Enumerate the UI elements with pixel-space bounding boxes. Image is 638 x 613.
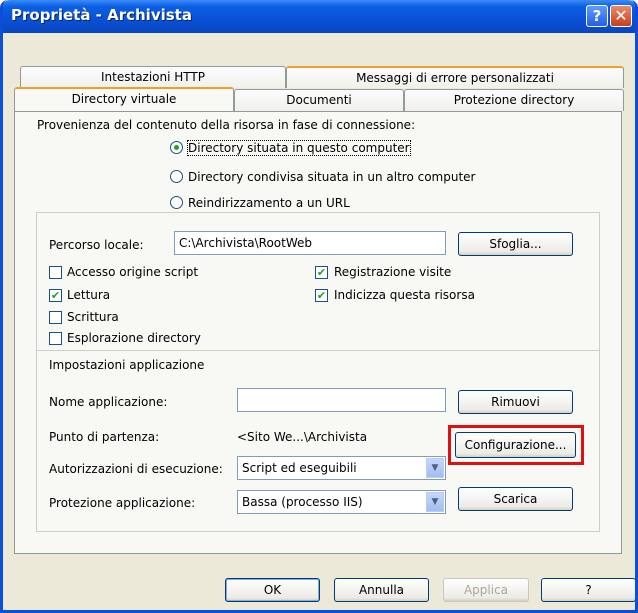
start-point-label: Punto di partenza: [49,430,160,444]
read-label[interactable]: Lettura [67,288,110,302]
tab-http-headers[interactable]: Intestazioni HTTP [20,66,286,88]
title-bar[interactable]: Proprietà - Archivista ? ✕ [3,0,635,33]
radio-redirect-url[interactable] [170,196,183,209]
exec-permissions-label: Autorizzazioni di esecuzione: [49,462,223,476]
chevron-down-icon[interactable]: ▼ [426,458,444,478]
help-button[interactable]: ? [541,578,635,602]
tab-documents[interactable]: Documenti [234,89,404,111]
app-protection-label: Protezione applicazione: [49,496,196,510]
highlight-box [448,425,584,465]
tab-custom-errors[interactable]: Messaggi di errore personalizzati [286,66,624,88]
divider [37,350,599,351]
log-visits-label[interactable]: Registrazione visite [334,265,451,279]
browse-button[interactable]: Sfoglia... [458,232,573,256]
exec-permissions-select[interactable]: Script ed eseguibili ▼ [237,456,446,480]
radio-local-directory[interactable] [170,141,183,154]
radio-redirect-url-label[interactable]: Reindirizzamento a un URL [188,196,350,210]
checkbox-log-visits[interactable]: ✔ [315,266,328,279]
unload-button[interactable]: Scarica [458,487,573,511]
apply-button[interactable]: Applica [443,578,529,602]
checkbox-directory-browsing[interactable] [49,332,62,345]
radio-shared-directory-label[interactable]: Directory condivisa situata in un altro … [188,170,475,184]
checkbox-script-source-access[interactable] [49,266,62,279]
index-resource-label[interactable]: Indicizza questa risorsa [334,288,475,302]
app-protection-select[interactable]: Bassa (processo IIS) ▼ [237,490,446,514]
window-title: Proprietà - Archivista [11,6,192,24]
app-settings-header: Impostazioni applicazione [49,358,205,372]
write-label[interactable]: Scrittura [67,310,119,324]
app-protection-value: Bassa (processo IIS) [242,495,363,509]
radio-local-directory-label[interactable]: Directory situata in questo computer [187,140,411,156]
chevron-down-icon[interactable]: ▼ [426,492,444,512]
start-point-value: <Sito We...\Archivista [237,430,368,444]
close-icon[interactable]: ✕ [610,5,632,27]
script-source-access-label[interactable]: Accesso origine script [67,265,198,279]
exec-permissions-value: Script ed eseguibili [242,461,357,475]
radio-shared-directory[interactable] [170,170,183,183]
help-title-button[interactable]: ? [586,5,608,27]
local-path-input[interactable]: C:\Archivista\RootWeb [174,231,446,255]
checkbox-index-resource[interactable]: ✔ [315,289,328,302]
cancel-button[interactable]: Annulla [334,578,429,602]
checkbox-read[interactable]: ✔ [49,289,62,302]
local-path-label: Percorso locale: [49,238,144,252]
properties-dialog: Proprietà - Archivista ? ✕ Intestazioni … [0,0,638,613]
checkbox-write[interactable] [49,311,62,324]
directory-browsing-label[interactable]: Esplorazione directory [67,331,201,345]
tab-virtual-directory[interactable]: Directory virtuale [14,87,234,111]
settings-group [36,212,600,532]
app-name-label: Nome applicazione: [49,395,168,409]
source-label: Provenienza del contenuto della risorsa … [37,118,416,132]
remove-button[interactable]: Rimuovi [458,390,573,414]
app-name-input[interactable] [237,388,446,412]
tab-directory-security[interactable]: Protezione directory [404,89,624,111]
ok-button[interactable]: OK [225,578,320,602]
